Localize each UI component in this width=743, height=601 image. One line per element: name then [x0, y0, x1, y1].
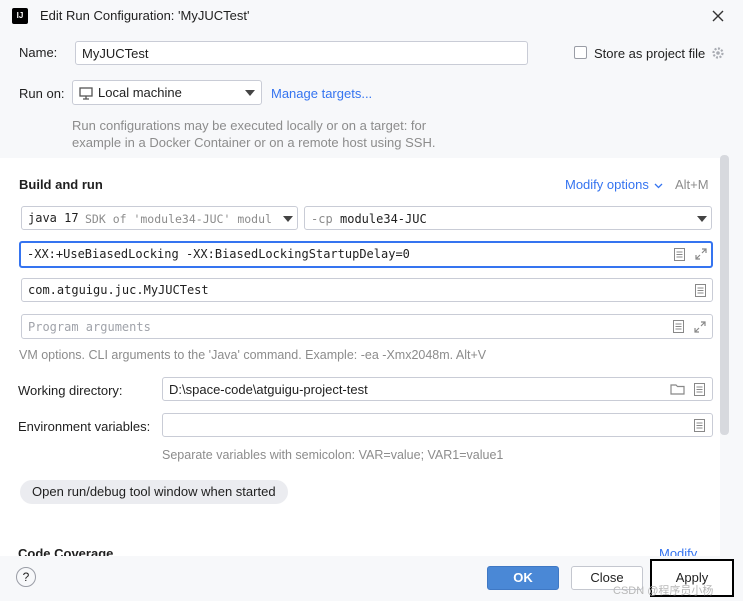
scrollbar-thumb[interactable]	[720, 155, 729, 435]
main-class-field[interactable]: com.atguigu.juc.MyJUCTest	[21, 278, 713, 302]
run-on-note-line2: example in a Docker Container or on a re…	[72, 135, 436, 150]
chevron-down-icon	[654, 183, 663, 188]
program-args-field[interactable]: Program arguments	[21, 314, 713, 339]
run-on-value: Local machine	[98, 85, 182, 100]
coverage-title: Code Coverage	[18, 546, 114, 556]
modify-options-shortcut: Alt+M	[675, 177, 709, 192]
vm-options-field[interactable]: -XX:+UseBiasedLocking -XX:BiasedLockingS…	[19, 241, 713, 268]
expand-icon[interactable]	[695, 248, 707, 260]
name-value: MyJUCTest	[82, 46, 149, 61]
csdn-watermark: CSDN @程序员小杨	[613, 585, 714, 597]
working-dir-label: Working directory:	[18, 383, 123, 398]
coverage-modify-link[interactable]: Modify	[659, 546, 697, 556]
env-vars-label: Environment variables:	[18, 419, 151, 434]
open-tool-window-chip[interactable]: Open run/debug tool window when started	[20, 480, 288, 504]
run-on-note-line1: Run configurations may be executed local…	[72, 118, 427, 133]
working-dir-field[interactable]: D:\space-code\atguigu-project-test	[162, 377, 713, 401]
sdk-java: java 17	[28, 211, 79, 225]
chevron-down-icon	[245, 90, 255, 96]
vm-options-value: -XX:+UseBiasedLocking -XX:BiasedLockingS…	[27, 247, 410, 261]
env-vars-hint: Separate variables with semicolon: VAR=v…	[162, 448, 504, 462]
modify-options-label: Modify options	[565, 177, 649, 192]
computer-icon	[79, 87, 93, 100]
ok-label: OK	[513, 570, 533, 585]
document-icon[interactable]	[674, 248, 685, 261]
vm-hint: VM options. CLI arguments to the 'Java' …	[19, 348, 487, 362]
help-icon: ?	[22, 570, 30, 584]
coverage-section-clip: Code Coverage Modify	[0, 540, 720, 556]
chevron-down-icon	[283, 216, 293, 222]
classpath-select[interactable]: -cp module34-JUC	[304, 206, 712, 230]
expand-icon[interactable]	[694, 321, 706, 333]
title-bar: IJ Edit Run Configuration: 'MyJUCTest'	[0, 0, 743, 32]
help-button[interactable]: ?	[16, 567, 36, 587]
folder-icon[interactable]	[670, 383, 685, 395]
sdk-select[interactable]: java 17 SDK of 'module34-JUC' modul	[21, 206, 298, 230]
ok-button[interactable]: OK	[487, 566, 559, 590]
chip-label: Open run/debug tool window when started	[32, 484, 276, 499]
store-label[interactable]: Store as project file	[594, 46, 705, 61]
app-icon: IJ	[12, 8, 28, 24]
modify-options-link[interactable]: Modify options	[565, 177, 663, 192]
window-title: Edit Run Configuration: 'MyJUCTest'	[40, 8, 250, 23]
name-field[interactable]: MyJUCTest	[75, 41, 528, 65]
run-on-select[interactable]: Local machine	[72, 80, 262, 105]
working-dir-value: D:\space-code\atguigu-project-test	[169, 382, 368, 397]
manage-targets-link[interactable]: Manage targets...	[271, 86, 372, 101]
close-window-icon[interactable]	[710, 8, 726, 24]
name-label: Name:	[19, 45, 58, 60]
gear-icon[interactable]	[711, 46, 725, 60]
env-vars-field[interactable]	[162, 413, 713, 437]
document-icon[interactable]	[673, 320, 684, 333]
document-icon[interactable]	[694, 383, 705, 396]
document-icon[interactable]	[694, 419, 705, 432]
document-icon[interactable]	[695, 284, 706, 297]
store-checkbox[interactable]	[574, 46, 587, 59]
program-args-placeholder: Program arguments	[28, 320, 151, 334]
build-title: Build and run	[19, 177, 103, 192]
run-on-label: Run on:	[19, 86, 65, 101]
classpath-module: module34-JUC	[340, 212, 427, 226]
sdk-detail: SDK of 'module34-JUC' modul	[85, 212, 272, 226]
chevron-down-icon	[697, 216, 707, 222]
main-class-value: com.atguigu.juc.MyJUCTest	[28, 283, 209, 297]
classpath-prefix: -cp	[311, 212, 333, 226]
